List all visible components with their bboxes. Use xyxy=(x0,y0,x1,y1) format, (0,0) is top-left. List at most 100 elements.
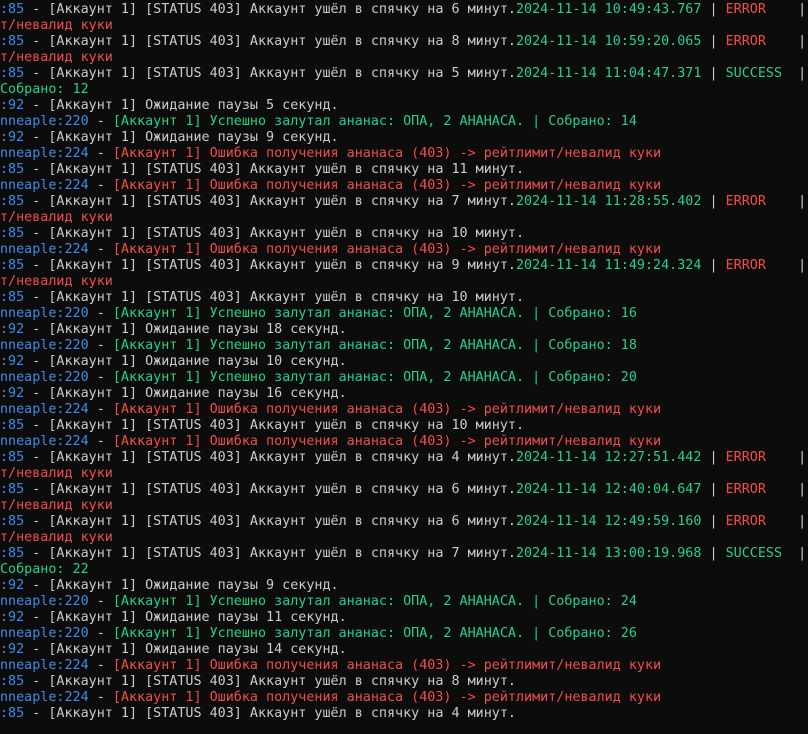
log-error-text: ERROR xyxy=(725,194,766,209)
log-source: nneaple:224 xyxy=(0,242,89,257)
log-line: :85 - [Аккаунт 1] [STATUS 403] Аккаунт у… xyxy=(0,674,808,690)
log-line: :85 - [Аккаунт 1] [STATUS 403] Аккаунт у… xyxy=(0,290,808,306)
log-source: :85 xyxy=(0,194,25,209)
log-message: - xyxy=(88,434,113,449)
log-source: nneaple:224 xyxy=(0,658,89,673)
log-success-text: Собрано: 22 xyxy=(0,562,89,577)
log-source: nneaple:224 xyxy=(0,402,89,417)
log-separator: | xyxy=(798,258,807,273)
log-source: :85 xyxy=(0,514,25,529)
log-message: - [Аккаунт 1] [STATUS 403] Аккаунт ушёл … xyxy=(24,194,516,209)
log-source: nneaple:220 xyxy=(0,338,89,353)
log-separator: | xyxy=(701,66,726,81)
log-message: - [Аккаунт 1] [STATUS 403] Аккаунт ушёл … xyxy=(24,290,525,305)
log-source: nneaple:224 xyxy=(0,146,89,161)
log-line: :85 - [Аккаунт 1] [STATUS 403] Аккаунт у… xyxy=(0,546,808,562)
log-line: Собрано: 12 xyxy=(0,82,808,98)
log-source: nneaple:220 xyxy=(0,306,89,321)
log-source: :85 xyxy=(0,226,25,241)
log-success-text: [Аккаунт 1] Успешно залутал ананас: ОПА,… xyxy=(112,370,637,385)
log-separator: | xyxy=(701,258,726,273)
log-line: nneaple:220 - [Аккаунт 1] Успешно залута… xyxy=(0,338,808,354)
log-line: :85 - [Аккаунт 1] [STATUS 403] Аккаунт у… xyxy=(0,66,808,82)
log-error-text: [Аккаунт 1] Ошибка получения ананаса (40… xyxy=(112,658,662,673)
log-separator: | xyxy=(798,482,807,497)
log-separator: | xyxy=(798,546,807,561)
log-message: - [Аккаунт 1] [STATUS 403] Аккаунт ушёл … xyxy=(24,674,516,689)
log-source: :85 xyxy=(0,706,25,721)
log-line: nneaple:220 - [Аккаунт 1] Успешно залута… xyxy=(0,370,808,386)
log-source: :92 xyxy=(0,578,25,593)
log-line: nneaple:220 - [Аккаунт 1] Успешно залута… xyxy=(0,594,808,610)
log-source: nneaple:220 xyxy=(0,626,89,641)
log-timestamp: 2024-11-14 11:04:47.371 xyxy=(515,66,702,81)
log-message: - [Аккаунт 1] Ожидание паузы 11 секунд. xyxy=(24,610,347,625)
log-line: :92 - [Аккаунт 1] Ожидание паузы 14 секу… xyxy=(0,642,808,658)
log-source: nneaple:220 xyxy=(0,114,89,129)
log-line: nneaple:220 - [Аккаунт 1] Успешно залута… xyxy=(0,306,808,322)
log-success-text: Собрано: 12 xyxy=(0,82,89,97)
log-source: :92 xyxy=(0,322,25,337)
log-message: - [Аккаунт 1] [STATUS 403] Аккаунт ушёл … xyxy=(24,2,516,17)
log-timestamp: 2024-11-14 11:49:24.324 xyxy=(515,258,702,273)
log-source: :85 xyxy=(0,482,25,497)
log-source: :85 xyxy=(0,418,25,433)
log-error-text: [Аккаунт 1] Ошибка получения ананаса (40… xyxy=(112,178,662,193)
log-message: - [Аккаунт 1] Ожидание паузы 14 секунд. xyxy=(24,642,347,657)
log-source: nneaple:224 xyxy=(0,690,89,705)
log-line: :92 - [Аккаунт 1] Ожидание паузы 9 секун… xyxy=(0,130,808,146)
log-timestamp: 2024-11-14 12:40:04.647 xyxy=(515,482,702,497)
log-message: - [Аккаунт 1] [STATUS 403] Аккаунт ушёл … xyxy=(24,34,516,49)
log-line: nneaple:224 - [Аккаунт 1] Ошибка получен… xyxy=(0,146,808,162)
log-success-text: [Аккаунт 1] Успешно залутал ананас: ОПА,… xyxy=(112,338,637,353)
log-error-text: т/невалид куки xyxy=(0,466,113,481)
log-separator: | xyxy=(798,66,807,81)
log-source: :85 xyxy=(0,450,25,465)
log-timestamp: 2024-11-14 13:00:19.968 xyxy=(515,546,702,561)
log-error-text: т/невалид куки xyxy=(0,210,113,225)
log-line: :92 - [Аккаунт 1] Ожидание паузы 11 секу… xyxy=(0,610,808,626)
log-source: :92 xyxy=(0,642,25,657)
log-line: т/невалид куки xyxy=(0,18,808,34)
log-line: nneaple:224 - [Аккаунт 1] Ошибка получен… xyxy=(0,178,808,194)
log-message: - [Аккаунт 1] Ожидание паузы 18 секунд. xyxy=(24,322,347,337)
log-line: :92 - [Аккаунт 1] Ожидание паузы 18 секу… xyxy=(0,322,808,338)
log-line: :92 - [Аккаунт 1] Ожидание паузы 10 секу… xyxy=(0,354,808,370)
log-line: :85 - [Аккаунт 1] [STATUS 403] Аккаунт у… xyxy=(0,482,808,498)
log-line: :92 - [Аккаунт 1] Ожидание паузы 16 секу… xyxy=(0,386,808,402)
log-line: :92 - [Аккаунт 1] Ожидание паузы 5 секун… xyxy=(0,98,808,114)
terminal-output[interactable]: :85 - [Аккаунт 1] [STATUS 403] Аккаунт у… xyxy=(0,0,808,734)
log-source: :85 xyxy=(0,34,25,49)
log-source: :85 xyxy=(0,290,25,305)
log-timestamp: 2024-11-14 12:27:51.442 xyxy=(515,450,702,465)
log-source: :85 xyxy=(0,66,25,81)
log-separator: | xyxy=(798,450,807,465)
log-line: :85 - [Аккаунт 1] [STATUS 403] Аккаунт у… xyxy=(0,34,808,50)
log-success-text: [Аккаунт 1] Успешно залутал ананас: ОПА,… xyxy=(112,114,637,129)
log-source: :85 xyxy=(0,162,25,177)
log-source: :92 xyxy=(0,386,25,401)
log-message: - [Аккаунт 1] [STATUS 403] Аккаунт ушёл … xyxy=(24,162,525,177)
log-success-text: [Аккаунт 1] Успешно залутал ананас: ОПА,… xyxy=(112,626,637,641)
log-line: :85 - [Аккаунт 1] [STATUS 403] Аккаунт у… xyxy=(0,450,808,466)
log-error-text: ERROR xyxy=(725,258,766,273)
log-message: - xyxy=(88,370,113,385)
log-line: :85 - [Аккаунт 1] [STATUS 403] Аккаунт у… xyxy=(0,162,808,178)
log-message: - xyxy=(88,594,113,609)
log-error-text: ERROR xyxy=(725,34,766,49)
log-line: nneaple:220 - [Аккаунт 1] Успешно залута… xyxy=(0,626,808,642)
log-message: - [Аккаунт 1] [STATUS 403] Аккаунт ушёл … xyxy=(24,706,516,721)
log-error-text: т/невалид куки xyxy=(0,50,113,65)
log-message: - [Аккаунт 1] [STATUS 403] Аккаунт ушёл … xyxy=(24,450,516,465)
log-line: т/невалид куки xyxy=(0,498,808,514)
log-source: nneaple:224 xyxy=(0,178,89,193)
log-line: :92 - [Аккаунт 1] Ожидание паузы 9 секун… xyxy=(0,578,808,594)
log-timestamp: 2024-11-14 12:49:59.160 xyxy=(515,514,702,529)
log-error-text: т/невалид куки xyxy=(0,498,113,513)
log-line: :85 - [Аккаунт 1] [STATUS 403] Аккаунт у… xyxy=(0,418,808,434)
log-separator: | xyxy=(798,194,807,209)
log-message: - xyxy=(88,626,113,641)
log-line: т/невалид куки xyxy=(0,530,808,546)
log-separator: | xyxy=(701,34,726,49)
log-message: - [Аккаунт 1] [STATUS 403] Аккаунт ушёл … xyxy=(24,66,516,81)
